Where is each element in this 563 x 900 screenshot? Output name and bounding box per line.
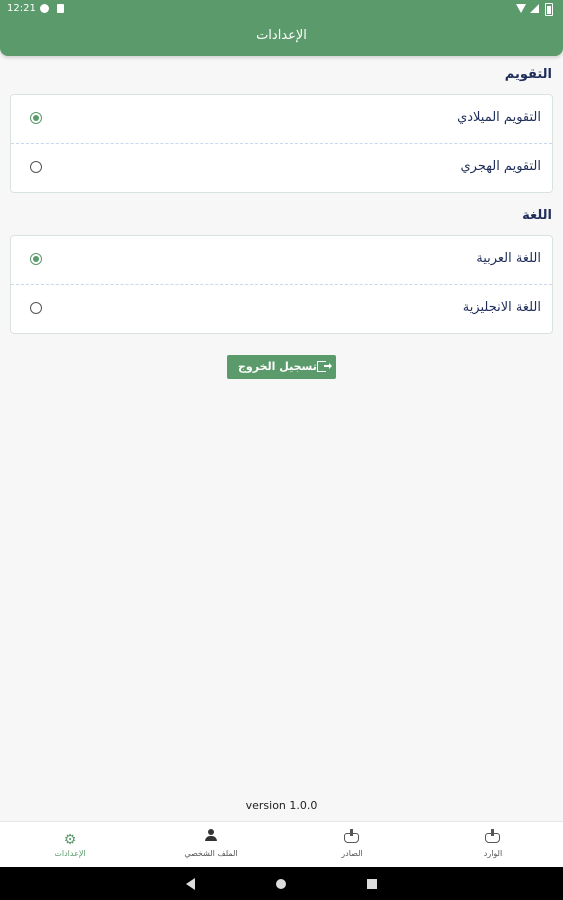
calendar-option-hijri[interactable]: التقويم الهجري: [11, 143, 552, 192]
nav-label-inbox: الوارد: [483, 849, 503, 858]
calendar-option-gregorian[interactable]: التقويم الميلادي: [11, 95, 552, 143]
nav-item-outbox[interactable]: الصادر: [282, 822, 422, 868]
sim-icon: [57, 4, 64, 13]
language-section-title: اللغة: [522, 208, 552, 223]
person-icon: [203, 829, 219, 843]
bottom-nav: ⚙ الإعدادات الملف الشخصي الصادر الوارد: [0, 821, 563, 868]
outbox-icon: [344, 829, 360, 843]
calendar-option-gregorian-label: التقويم الميلادي: [457, 110, 541, 125]
status-indicators: [516, 3, 556, 16]
inbox-icon: [485, 829, 501, 843]
language-options-card: اللغة العربية اللغة الانجليزية: [10, 235, 553, 334]
calendar-option-hijri-label: التقويم الهجري: [460, 159, 542, 174]
nav-item-profile[interactable]: الملف الشخصي: [141, 822, 281, 868]
recents-icon[interactable]: [367, 879, 377, 889]
logout-button[interactable]: تسجيل الخروج: [227, 355, 336, 379]
system-navigation-bar: [0, 867, 563, 900]
back-icon[interactable]: [186, 878, 195, 890]
logout-label: تسجيل الخروج: [238, 360, 317, 373]
calendar-section-title: التقويم: [504, 67, 552, 82]
nav-label-settings: الإعدادات: [54, 849, 86, 858]
nav-item-inbox[interactable]: الوارد: [423, 822, 563, 868]
language-english-radio[interactable]: [30, 302, 42, 314]
language-option-english[interactable]: اللغة الانجليزية: [11, 284, 552, 333]
calendar-options-card: التقويم الميلادي التقويم الهجري: [10, 94, 553, 193]
gear-icon: ⚙: [63, 832, 77, 848]
battery-icon: [545, 3, 553, 16]
app-notification-icon: [40, 4, 49, 13]
language-option-english-label: اللغة الانجليزية: [462, 300, 541, 315]
language-option-arabic[interactable]: اللغة العربية: [11, 236, 552, 284]
nav-label-profile: الملف الشخصي: [184, 849, 238, 858]
calendar-gregorian-radio[interactable]: [30, 112, 42, 124]
status-time: 12:21: [7, 3, 36, 14]
language-arabic-radio[interactable]: [30, 253, 42, 265]
wifi-icon: [516, 4, 526, 13]
signal-icon: [530, 4, 539, 13]
home-icon[interactable]: [276, 879, 286, 889]
nav-label-outbox: الصادر: [341, 849, 363, 858]
page-title: الإعدادات: [256, 28, 307, 43]
calendar-hijri-radio[interactable]: [30, 161, 42, 173]
version-text: version 1.0.0: [245, 799, 318, 812]
nav-item-settings[interactable]: ⚙ الإعدادات: [0, 822, 140, 868]
status-bar: 12:21: [0, 0, 563, 18]
language-option-arabic-label: اللغة العربية: [476, 251, 541, 266]
app-bar: الإعدادات: [0, 18, 563, 56]
